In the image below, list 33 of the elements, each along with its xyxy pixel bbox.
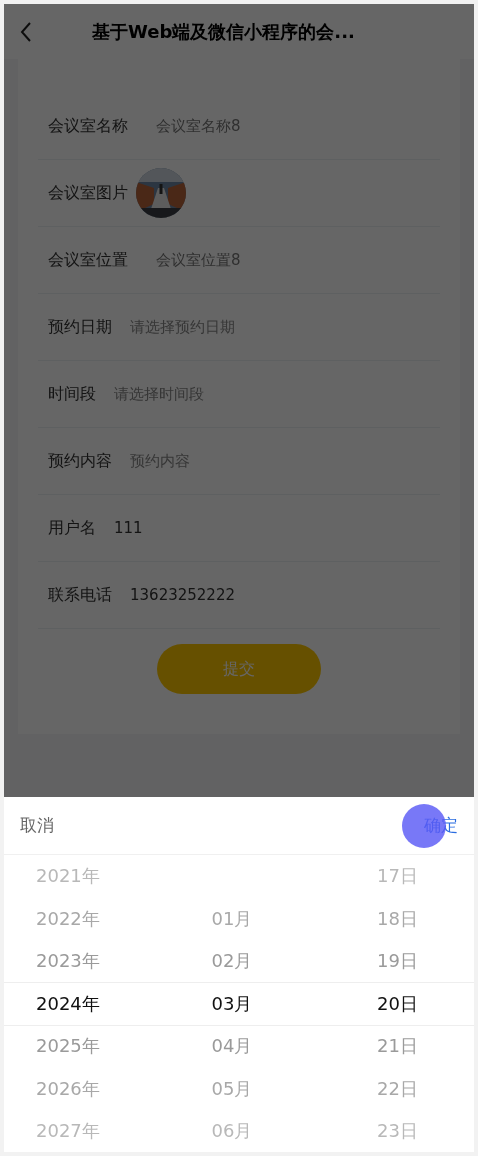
picker-option[interactable]: 2022年 <box>36 906 100 931</box>
picker-option[interactable]: 19日 <box>377 949 418 974</box>
picker-option[interactable]: 20日 <box>377 991 418 1016</box>
picker-option[interactable]: 2026年 <box>36 1076 100 1101</box>
field-label: 用户名 <box>48 517 96 539</box>
input-field[interactable]: 111 <box>114 519 334 537</box>
picker-option[interactable]: 21日 <box>377 1034 418 1059</box>
picker-option[interactable]: 17日 <box>377 864 418 889</box>
field-label: 时间段 <box>48 383 96 405</box>
picker-option[interactable]: 02月 <box>211 949 253 974</box>
picker-option[interactable]: 2027年 <box>36 1119 100 1144</box>
field-label: 预约内容 <box>48 450 112 472</box>
field-label: 联系电话 <box>48 584 112 606</box>
input-field[interactable]: 13623252222 <box>130 586 350 604</box>
picker-option[interactable]: 23日 <box>377 1119 418 1144</box>
back-icon[interactable] <box>20 20 32 43</box>
picker-option[interactable]: 2025年 <box>36 1034 100 1059</box>
field-label: 会议室图片 <box>48 182 128 204</box>
picker-option[interactable]: 04月 <box>211 1034 253 1059</box>
field-label: 预约日期 <box>48 316 112 338</box>
picker-option[interactable]: 18日 <box>377 906 418 931</box>
field-label: 会议室名称 <box>48 115 128 137</box>
picker-option[interactable]: 2021年 <box>36 864 100 889</box>
cancel-button[interactable]: 取消 <box>20 814 54 837</box>
picker-option[interactable]: 22日 <box>377 1076 418 1101</box>
field-label: 会议室位置 <box>48 249 128 271</box>
picker-option[interactable]: 03月 <box>211 991 253 1016</box>
picker-option[interactable]: 2024年 <box>36 991 100 1016</box>
picker-option[interactable]: 06月 <box>211 1119 253 1144</box>
page-title: 基于Web端及微信小程序的会... <box>92 19 355 44</box>
picker-option[interactable]: 05月 <box>211 1076 253 1101</box>
picker-option[interactable]: 2023年 <box>36 949 100 974</box>
picker-option[interactable]: 01月 <box>211 906 253 931</box>
